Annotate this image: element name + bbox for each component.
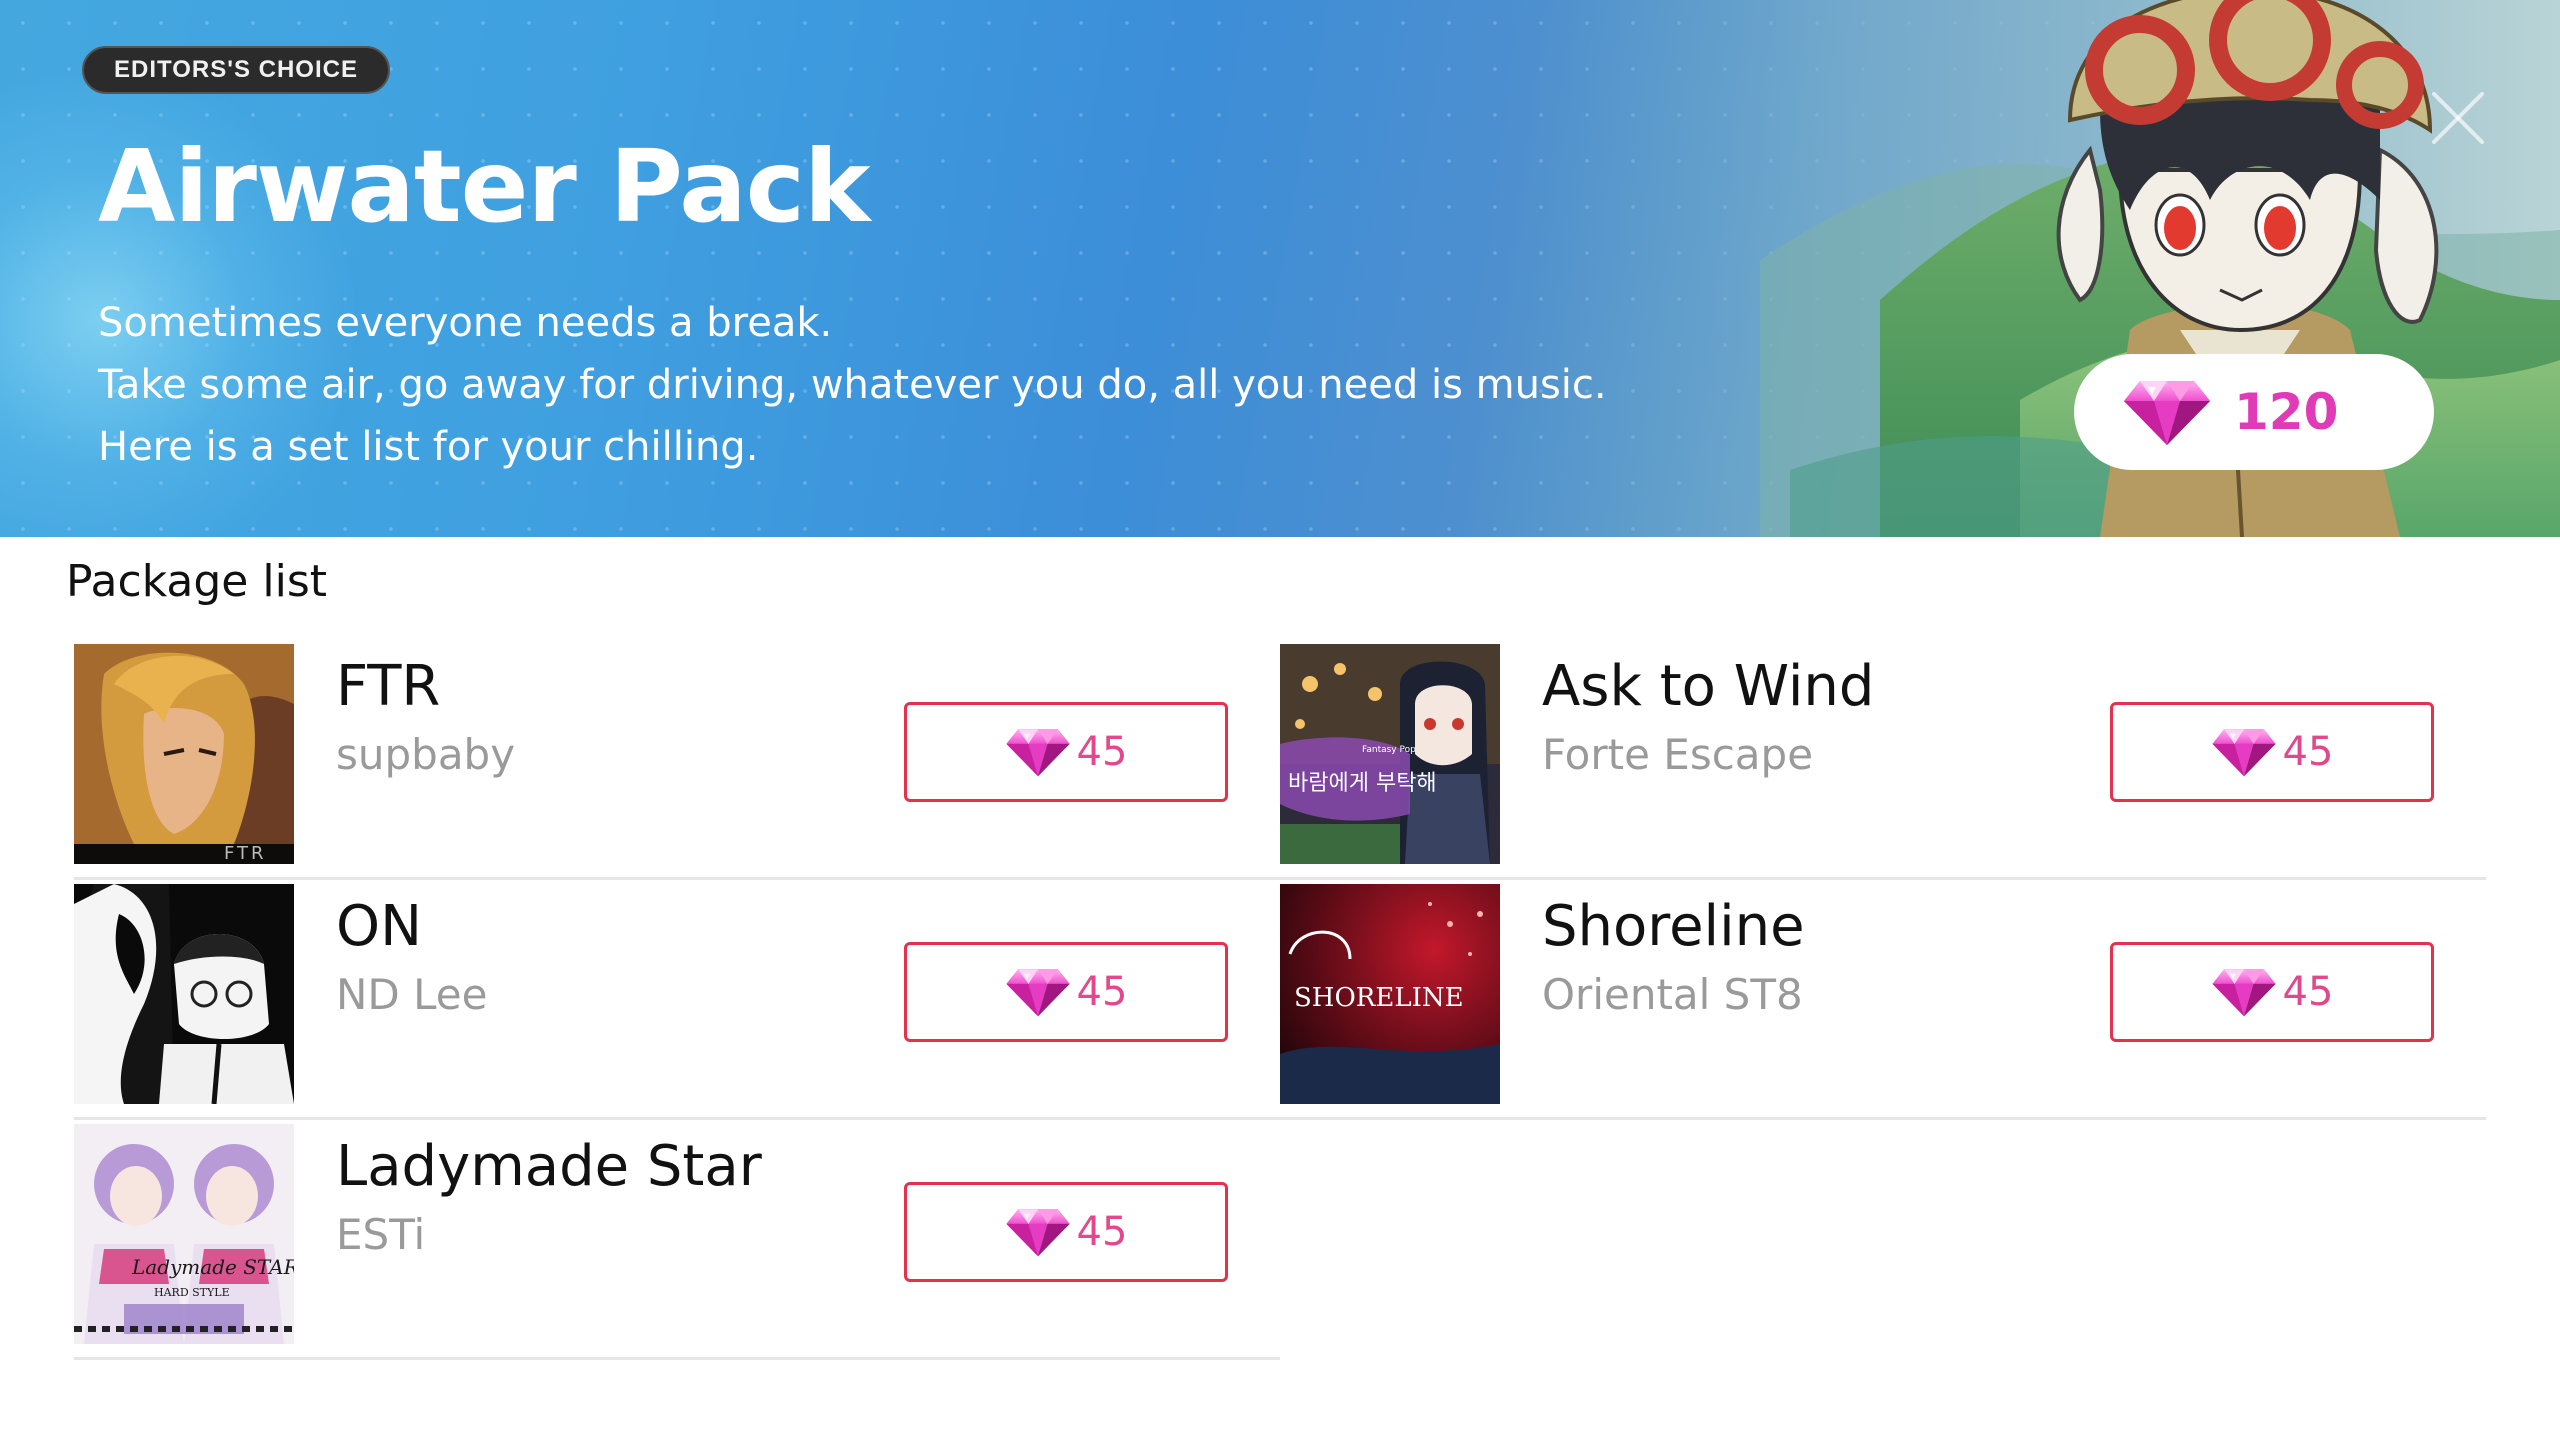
cover-text: 바람에게 부탁해 <box>1288 771 1437 796</box>
buy-price: 45 <box>1076 729 1128 775</box>
diamond-gem-icon <box>2122 377 2212 447</box>
album-cover-shoreline: SHORELINE <box>1280 884 1500 1104</box>
package-item: SHORELINE Shoreline Oriental ST8 45 <box>1280 880 2486 1120</box>
description-line: Here is a set list for your chilling. <box>98 424 759 470</box>
album-cover-ftr: FTR <box>74 644 294 864</box>
cover-label: FTR <box>224 843 267 864</box>
album-cover-on <box>74 884 294 1104</box>
buy-button[interactable]: 45 <box>904 1182 1228 1282</box>
description-line: Take some air, go away for driving, what… <box>98 362 1607 408</box>
pack-purchase-button[interactable]: 120 <box>2074 354 2434 470</box>
buy-price: 45 <box>2282 969 2334 1015</box>
editors-choice-badge: EDITORS'S CHOICE <box>82 46 390 94</box>
song-title: FTR <box>336 654 441 719</box>
package-item: 바람에게 부탁해 Fantasy Pop Ask to Wind Forte E… <box>1280 640 2486 880</box>
buy-price: 45 <box>1076 969 1128 1015</box>
song-artist: Oriental ST8 <box>1542 970 1803 1019</box>
song-artist: ESTi <box>336 1210 426 1259</box>
song-artist: Forte Escape <box>1542 730 1814 779</box>
diamond-gem-icon <box>2211 966 2277 1018</box>
package-item: ON ND Lee 45 <box>74 880 1284 1120</box>
close-icon[interactable] <box>2428 88 2488 148</box>
album-cover-ladymade-star: Ladymade STAR HARD STYLE <box>74 1124 294 1344</box>
diamond-gem-icon <box>1005 726 1071 778</box>
buy-button[interactable]: 45 <box>904 702 1228 802</box>
pack-description: Sometimes everyone needs a break. Take s… <box>98 292 1607 478</box>
buy-price: 45 <box>2282 729 2334 775</box>
section-title: Package list <box>66 556 327 607</box>
buy-button[interactable]: 45 <box>2110 702 2434 802</box>
buy-button[interactable]: 45 <box>904 942 1228 1042</box>
diamond-gem-icon <box>1005 966 1071 1018</box>
buy-price: 45 <box>1076 1209 1128 1255</box>
song-title: Ask to Wind <box>1542 654 1875 719</box>
pack-title: Airwater Pack <box>98 128 870 245</box>
hero-banner: EDITORS'S CHOICE Airwater Pack Sometimes… <box>0 0 2560 537</box>
buy-button[interactable]: 45 <box>2110 942 2434 1042</box>
album-cover-ask-to-wind: 바람에게 부탁해 Fantasy Pop <box>1280 644 1500 864</box>
cover-subtext: HARD STYLE <box>154 1286 230 1299</box>
description-line: Sometimes everyone needs a break. <box>98 300 833 346</box>
song-title: Ladymade Star <box>336 1134 762 1199</box>
cover-text: SHORELINE <box>1294 983 1464 1013</box>
song-artist: ND Lee <box>336 970 488 1019</box>
cover-text: Ladymade STAR <box>131 1255 294 1279</box>
cover-subtext: Fantasy Pop <box>1362 745 1416 755</box>
diamond-gem-icon <box>1005 1206 1071 1258</box>
song-title: ON <box>336 894 422 959</box>
song-title: Shoreline <box>1542 894 1805 959</box>
package-item: Ladymade STAR HARD STYLE Ladymade Star E… <box>74 1120 1280 1360</box>
pack-price: 120 <box>2234 383 2339 441</box>
package-item: FTR FTR supbaby 45 <box>74 640 1284 880</box>
song-artist: supbaby <box>336 730 516 779</box>
diamond-gem-icon <box>2211 726 2277 778</box>
